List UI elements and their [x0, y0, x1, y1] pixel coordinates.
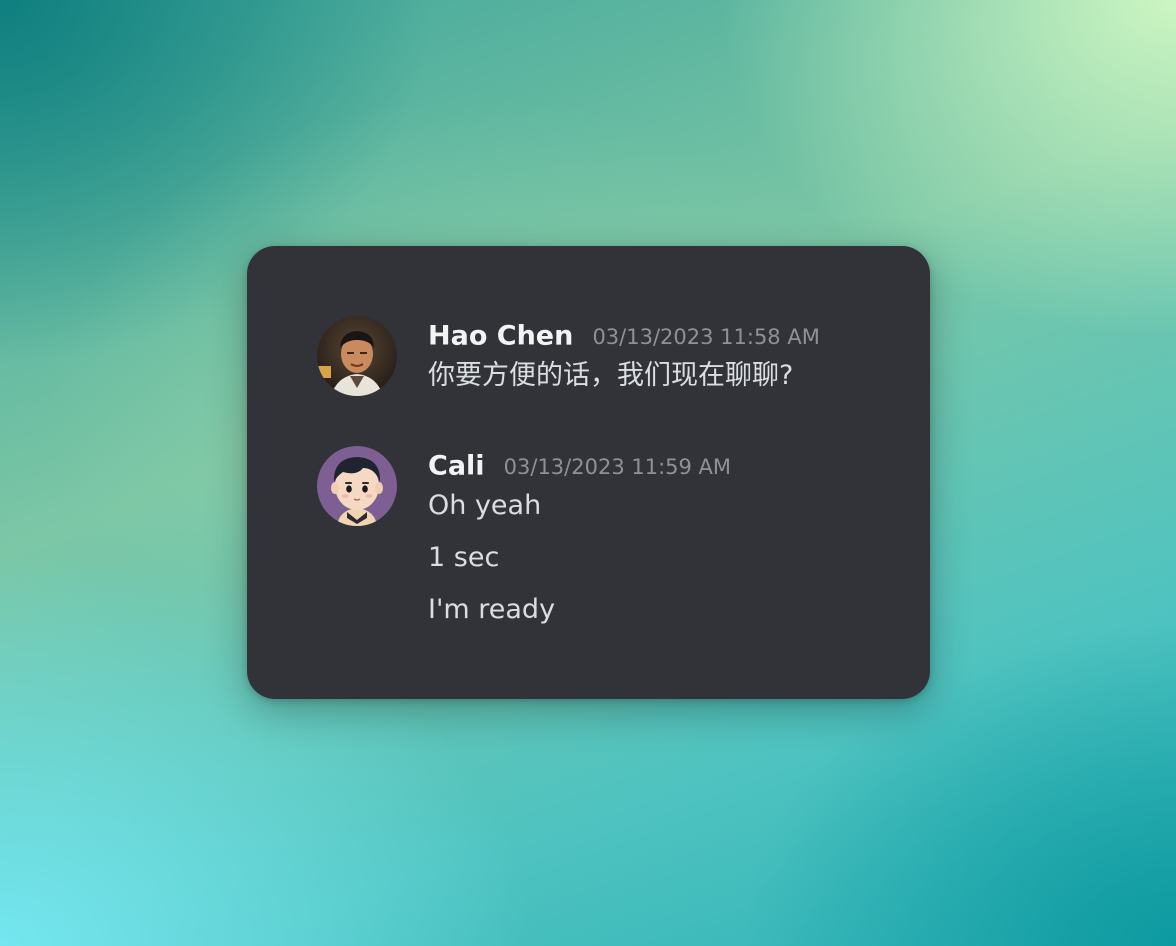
- username[interactable]: Cali: [428, 451, 485, 482]
- message-content: Cali 03/13/2023 11:59 AM Oh yeah 1 sec I…: [428, 446, 890, 636]
- message-text: 你要方便的话，我们现在聊聊?: [428, 360, 794, 391]
- message-text: I'm ready: [428, 594, 556, 625]
- timestamp: 03/13/2023 11:59 AM: [503, 454, 732, 479]
- username[interactable]: Hao Chen: [428, 321, 573, 352]
- timestamp: 03/13/2023 11:58 AM: [592, 324, 820, 349]
- chat-card: Hao Chen 03/13/2023 11:58 AM 你要方便的话，我们现在…: [247, 246, 930, 699]
- message-text: Oh yeah: [428, 490, 542, 521]
- message-text: 1 sec: [428, 542, 500, 573]
- message-content: Hao Chen 03/13/2023 11:58 AM 你要方便的话，我们现在…: [428, 316, 890, 402]
- user-avatar[interactable]: [317, 316, 397, 396]
- photo-avatar-icon: [317, 316, 397, 396]
- cartoon-avatar-icon: [317, 446, 397, 526]
- user-avatar[interactable]: [317, 446, 397, 526]
